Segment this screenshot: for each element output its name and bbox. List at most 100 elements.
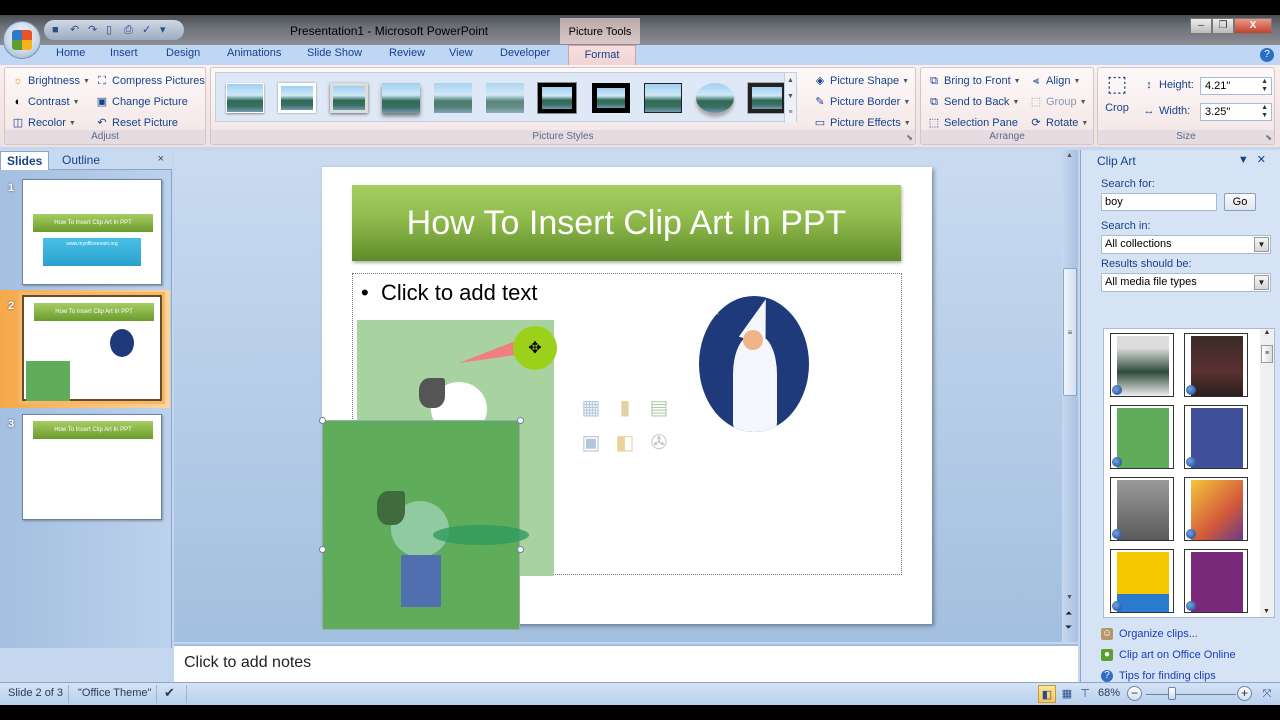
new-icon[interactable]: ▯ [106, 24, 118, 36]
compress-pictures-button[interactable]: ⛶ Compress Pictures [95, 74, 205, 88]
zoom-level[interactable]: 68% [1098, 687, 1120, 699]
next-slide-button[interactable]: ⏷ [1065, 622, 1072, 633]
spell-check-icon[interactable]: ✔ [164, 685, 175, 701]
clip-result[interactable] [1110, 333, 1174, 397]
office-button[interactable] [3, 21, 41, 59]
tab-slide-show[interactable]: Slide Show [307, 47, 362, 59]
tab-home[interactable]: Home [56, 47, 85, 59]
editor-scrollbar[interactable]: ▲ ≡ ▼ ⏶ ⏷ [1062, 150, 1078, 642]
insert-clipart-icon[interactable]: ◧ [611, 429, 639, 457]
picture-style-2[interactable] [278, 83, 316, 113]
tips-link[interactable]: ? Tips for finding clips [1101, 670, 1216, 682]
picture-style-7[interactable] [537, 82, 577, 114]
picture-style-8[interactable] [592, 83, 630, 113]
help-icon[interactable]: ? [1260, 48, 1274, 62]
clip-art-boy-selected[interactable] [319, 417, 529, 630]
group-button[interactable]: ⬚ Group ▼ [1029, 95, 1087, 109]
width-input[interactable]: 3.25" ▲ ▼ [1200, 103, 1272, 121]
tab-format[interactable]: Format [568, 45, 636, 65]
clip-result[interactable] [1184, 477, 1248, 541]
selection-pane-button[interactable]: ⬚ Selection Pane [927, 116, 1018, 130]
height-spinner[interactable]: ▲ ▼ [1261, 78, 1268, 94]
chevron-down-icon[interactable]: ▼ [1254, 275, 1269, 290]
organize-clips-link[interactable]: ☺ Organize clips... [1101, 628, 1198, 640]
picture-style-3[interactable] [330, 83, 368, 113]
resize-handle[interactable] [517, 546, 524, 553]
tab-slides[interactable]: Slides [0, 151, 50, 170]
insert-picture-icon[interactable]: ▣ [577, 429, 605, 457]
restore-button[interactable]: ❐ [1212, 18, 1234, 34]
height-input[interactable]: 4.21" ▲ ▼ [1200, 77, 1272, 95]
clip-result[interactable] [1184, 549, 1248, 613]
picture-style-10[interactable] [696, 83, 734, 113]
clip-result[interactable] [1110, 405, 1174, 469]
normal-view-button[interactable]: ◧ [1038, 685, 1056, 703]
previous-slide-button[interactable]: ⏶ [1065, 608, 1072, 619]
zoom-in-button[interactable]: + [1237, 686, 1252, 701]
recolor-button[interactable]: ◫ Recolor ▼ [11, 116, 76, 130]
tab-insert[interactable]: Insert [110, 47, 138, 59]
save-icon[interactable]: ■ [52, 24, 64, 36]
send-to-back-button[interactable]: ⧉ Send to Back ▼ [927, 95, 1019, 109]
redo-icon[interactable]: ↷ [88, 24, 100, 36]
slide-show-view-button[interactable]: ⊤ [1076, 685, 1094, 703]
clip-result[interactable] [1184, 333, 1248, 397]
print-preview-icon[interactable]: ⎙ [124, 24, 136, 36]
zoom-out-button[interactable]: − [1127, 686, 1142, 701]
clip-result[interactable] [1110, 549, 1174, 613]
resize-handle[interactable] [319, 546, 326, 553]
tab-design[interactable]: Design [166, 47, 200, 59]
picture-style-1[interactable] [226, 83, 264, 113]
customize-qat-button[interactable]: ▾ [160, 24, 172, 36]
picture-style-6[interactable] [486, 83, 524, 113]
size-dialog-launcher-icon[interactable]: ⬊ [1265, 133, 1272, 142]
picture-style-9[interactable] [644, 83, 682, 113]
office-online-link[interactable]: ● Clip art on Office Online [1101, 649, 1236, 661]
clip-art-wizard[interactable]: ★ [699, 296, 809, 432]
tab-animations[interactable]: Animations [227, 47, 281, 59]
slide-thumbnail-2[interactable]: How To Insert Clip Art In PPT [19, 292, 165, 404]
picture-style-4[interactable] [382, 83, 420, 113]
slide-thumbnail-1[interactable]: How To Insert Clip Art In PPT www.myoffi… [22, 179, 162, 285]
change-picture-button[interactable]: ▣ Change Picture [95, 95, 188, 109]
align-button[interactable]: ⫷ Align ▼ [1029, 74, 1081, 88]
insert-media-icon[interactable]: ✇ [645, 429, 673, 457]
slide-thumbnail-3[interactable]: How To Insert Clip Art In PPT [22, 414, 162, 520]
picture-style-5[interactable] [434, 83, 472, 113]
slide-title[interactable]: How To Insert Clip Art In PPT [352, 185, 901, 261]
editor-scroll-thumb[interactable]: ≡ [1063, 268, 1077, 396]
picture-style-11[interactable] [747, 82, 787, 114]
picture-border-button[interactable]: ✎ Picture Border ▼ [813, 95, 910, 109]
chevron-down-icon[interactable]: ▼ [1254, 237, 1269, 252]
dialog-launcher-icon[interactable]: ⬊ [906, 133, 913, 142]
picture-effects-button[interactable]: ▭ Picture Effects ▼ [813, 116, 911, 130]
tab-outline[interactable]: Outline [56, 151, 106, 170]
insert-table-icon[interactable]: ▦ [577, 394, 605, 422]
close-panel-icon[interactable]: × [158, 153, 164, 165]
resize-handle[interactable] [319, 417, 326, 424]
rotate-button[interactable]: ⟳ Rotate ▼ [1029, 116, 1088, 130]
tab-developer[interactable]: Developer [500, 47, 550, 59]
zoom-slider-track[interactable] [1146, 694, 1236, 695]
gallery-scroll[interactable]: ▲ ▼ ≡ [784, 73, 796, 123]
brightness-button[interactable]: ☼ Brightness ▼ [11, 74, 90, 88]
close-button[interactable]: X [1234, 18, 1272, 34]
clip-result[interactable] [1184, 405, 1248, 469]
width-spinner[interactable]: ▲ ▼ [1261, 104, 1268, 120]
resize-handle[interactable] [517, 417, 524, 424]
tab-view[interactable]: View [449, 47, 473, 59]
results-type-select[interactable]: All media file types ▼ [1101, 273, 1271, 292]
crop-button[interactable]: ⬚ Crop [1104, 72, 1130, 115]
fit-to-window-button[interactable]: ⤧ [1258, 685, 1276, 703]
notes-pane[interactable]: Click to add notes [174, 644, 1078, 682]
picture-shape-button[interactable]: ◈ Picture Shape ▼ [813, 74, 909, 88]
insert-chart-icon[interactable]: ▮ [611, 394, 639, 422]
results-scroll-thumb[interactable]: ≡ [1261, 345, 1273, 363]
go-button[interactable]: Go [1224, 193, 1256, 211]
bullet-text[interactable]: • Click to add text [361, 280, 537, 306]
undo-icon[interactable]: ↶ [70, 24, 82, 36]
slide-sorter-view-button[interactable]: ▦ [1058, 685, 1076, 703]
results-scrollbar[interactable]: ▲ ≡ ▼ [1260, 329, 1274, 617]
search-input[interactable]: boy [1101, 193, 1217, 211]
search-in-select[interactable]: All collections ▼ [1101, 235, 1271, 254]
